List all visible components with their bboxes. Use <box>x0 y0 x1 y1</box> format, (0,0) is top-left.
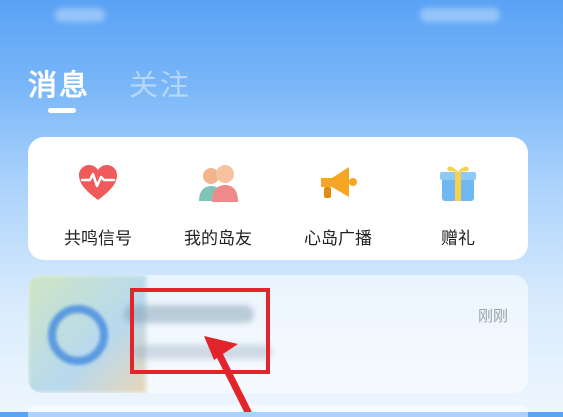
quick-action-label: 心岛广播 <box>304 229 372 249</box>
status-bar-icons <box>420 8 500 22</box>
friends-icon <box>196 161 240 205</box>
message-time: 刚刚 <box>477 307 508 325</box>
quick-action-gift[interactable]: 赠礼 <box>403 161 513 249</box>
quick-action-label: 赠礼 <box>441 229 475 249</box>
quick-action-my-island-friends[interactable]: 我的岛友 <box>163 161 273 249</box>
message-list-item[interactable]: 刚刚 <box>28 275 528 393</box>
annotation-highlight-box <box>130 288 270 374</box>
tab-following[interactable]: 关注 <box>129 62 191 104</box>
gift-icon <box>436 161 480 205</box>
quick-action-resonance-signal[interactable]: 共鸣信号 <box>43 161 153 249</box>
quick-action-label: 共鸣信号 <box>64 229 132 249</box>
tab-messages[interactable]: 消息 <box>28 62 90 104</box>
next-list-item-partial <box>28 405 528 417</box>
active-tab-indicator <box>48 108 76 113</box>
heart-pulse-icon <box>76 161 120 205</box>
quick-action-island-broadcast[interactable]: 心岛广播 <box>283 161 393 249</box>
message-avatar-ring <box>48 305 108 365</box>
status-bar-time <box>55 8 105 22</box>
quick-action-label: 我的岛友 <box>184 229 252 249</box>
quick-actions-card: 共鸣信号 我的岛友 心岛广播 赠礼 <box>28 137 528 260</box>
megaphone-icon <box>316 161 360 205</box>
